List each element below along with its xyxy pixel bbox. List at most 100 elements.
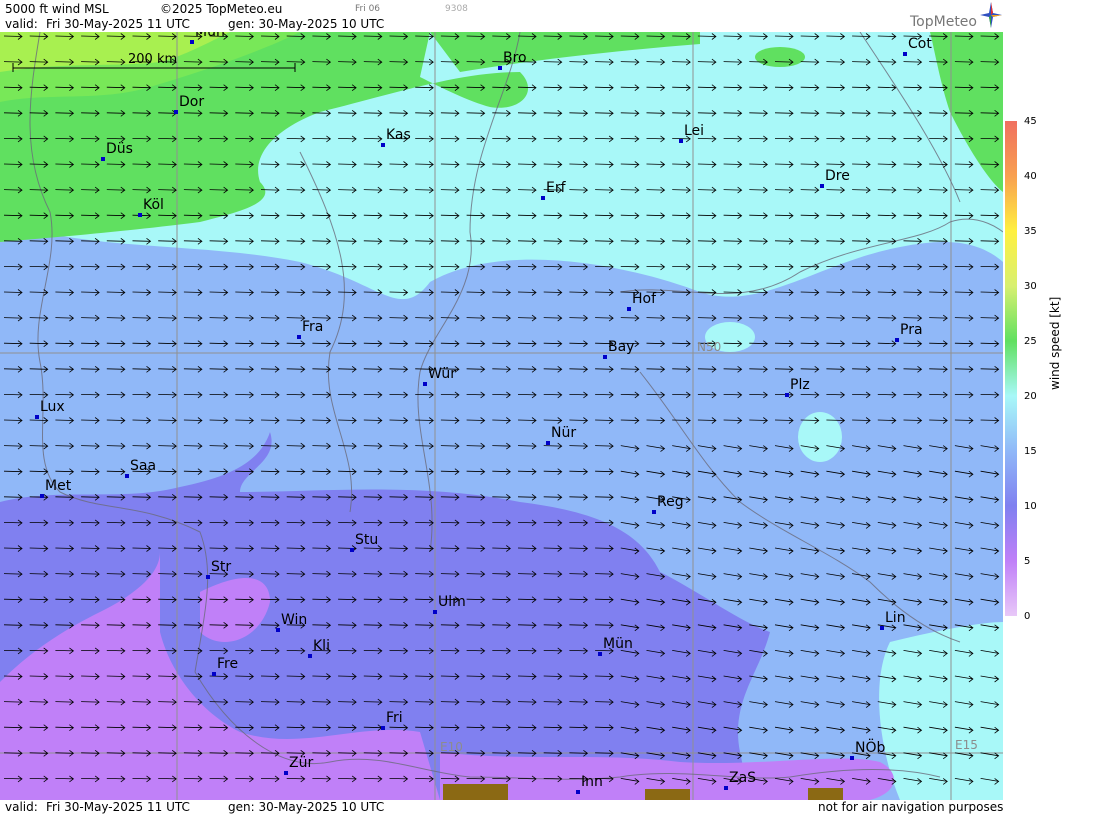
city-dot-icon [423, 382, 427, 386]
colorbar-tick-label: 40 [1024, 171, 1037, 182]
wind-map: Mün Bro Cot Dor Kas Düs Lei Erf Dre Köl Hof Fra Pra B… [0, 32, 1003, 800]
valid-label: valid: [5, 17, 38, 31]
city-dot-icon [724, 786, 728, 790]
city-dot-icon [40, 494, 44, 498]
colorbar-segment [1005, 286, 1017, 341]
city-label: Fri [386, 710, 403, 726]
colorbar-tick-label: 25 [1024, 336, 1037, 347]
city-dot-icon [850, 756, 854, 760]
city-dot-icon [297, 335, 301, 339]
city-dot-icon [350, 548, 354, 552]
colorbar-segment [1005, 231, 1017, 286]
city-label: Nür [551, 425, 577, 441]
colorbar-tick-label: 5 [1024, 556, 1031, 567]
scale-bar-label: 200 km [128, 52, 178, 67]
valid-time: Fri 30-May-2025 11 UTC [46, 17, 190, 31]
city-dot-icon [174, 110, 178, 114]
city-label: Plz [790, 377, 810, 393]
city-label: Lux [40, 399, 65, 415]
city-label: Fra [302, 319, 324, 335]
colorbar-tick-label: 30 [1024, 281, 1037, 292]
colorbar-tick-label: 45 [1024, 116, 1037, 127]
city-dot-icon [627, 307, 631, 311]
city-label: Wür [428, 366, 456, 382]
city-dot-icon [598, 652, 602, 656]
city-dot-icon [190, 40, 194, 44]
city-label: Mün [603, 636, 633, 652]
city-label: Mün [195, 32, 225, 40]
city-label: Cot [908, 36, 932, 52]
city-dot-icon [206, 575, 210, 579]
city-dot-icon [498, 66, 502, 70]
city-dot-icon [903, 52, 907, 56]
city-dot-icon [652, 510, 656, 514]
city-dot-icon [284, 771, 288, 775]
colorbar-tick-label: 20 [1024, 391, 1037, 402]
city-label: Bay [608, 339, 635, 355]
code-label: 9308 [445, 4, 468, 14]
city-label: Ulm [438, 594, 466, 610]
footer-gen-time: gen: 30-May-2025 10 UTC [228, 800, 385, 814]
city-dot-icon [212, 672, 216, 676]
city-label: Düs [106, 141, 133, 157]
city-label: Pra [900, 322, 923, 338]
footer-valid-label: valid: [5, 800, 38, 814]
city-dot-icon [381, 143, 385, 147]
colorbar-segment [1005, 506, 1017, 561]
city-label: Zür [289, 755, 314, 771]
colorbar-segment [1005, 396, 1017, 451]
city-dot-icon [603, 355, 607, 359]
city-dot-icon [381, 726, 385, 730]
colorbar-tick-label: 35 [1024, 226, 1037, 237]
city-dot-icon [546, 441, 550, 445]
colorbar-segment [1005, 341, 1017, 396]
city-label: Str [211, 559, 232, 575]
city-label: Bro [503, 50, 527, 66]
city-label: Stu [355, 532, 379, 548]
colorbar-segment [1005, 451, 1017, 506]
colorbar-tick-label: 15 [1024, 446, 1037, 457]
city-dot-icon [101, 157, 105, 161]
lon-label-e10: E10 [440, 740, 463, 754]
city-label: Lei [684, 123, 705, 139]
city-dot-icon [880, 626, 884, 630]
city-label: Kas [386, 127, 411, 143]
city-label: Inn [581, 774, 603, 790]
city-dot-icon [895, 338, 899, 342]
city-label: Reg [657, 494, 684, 510]
wind-field [0, 32, 1003, 800]
city-label: Köl [143, 197, 164, 213]
city-label: Erf [546, 180, 566, 196]
city-dot-icon [785, 393, 789, 397]
copyright: ©2025 TopMeteo.eu [160, 2, 283, 16]
colorbar-title: wind speed [kt] [1048, 296, 1062, 390]
colorbar-segment [1005, 176, 1017, 231]
colorbar-segment [1005, 561, 1017, 616]
topmeteo-logo: TopMeteo [910, 14, 977, 30]
city-label: Win [281, 612, 308, 628]
city-dot-icon [433, 610, 437, 614]
city-dot-icon [125, 474, 129, 478]
city-dot-icon [576, 790, 580, 794]
city-label: Met [45, 478, 72, 494]
city-dot-icon [276, 628, 280, 632]
city-label: Dre [825, 168, 850, 184]
lat-label-n50: N50 [697, 340, 722, 354]
city-label: Fre [217, 656, 239, 672]
city-dot-icon [138, 213, 142, 217]
city-label: Hof [632, 291, 657, 307]
disclaimer: not for air navigation purposes [818, 800, 1004, 814]
gen-time: gen: 30-May-2025 10 UTC [228, 17, 385, 31]
city-label: Kli [313, 638, 330, 654]
city-dot-icon [820, 184, 824, 188]
city-label: Dor [179, 94, 205, 110]
compass-star-icon [980, 2, 1002, 28]
colorbar-segment [1005, 121, 1017, 176]
product-title: 5000 ft wind MSL [5, 2, 109, 16]
city-dot-icon [308, 654, 312, 658]
colorbar-tick-label: 0 [1024, 611, 1031, 622]
lon-label-e15: E15 [955, 738, 978, 752]
city-label: NÖb [855, 740, 886, 756]
city-dot-icon [679, 139, 683, 143]
city-dot-icon [35, 415, 39, 419]
